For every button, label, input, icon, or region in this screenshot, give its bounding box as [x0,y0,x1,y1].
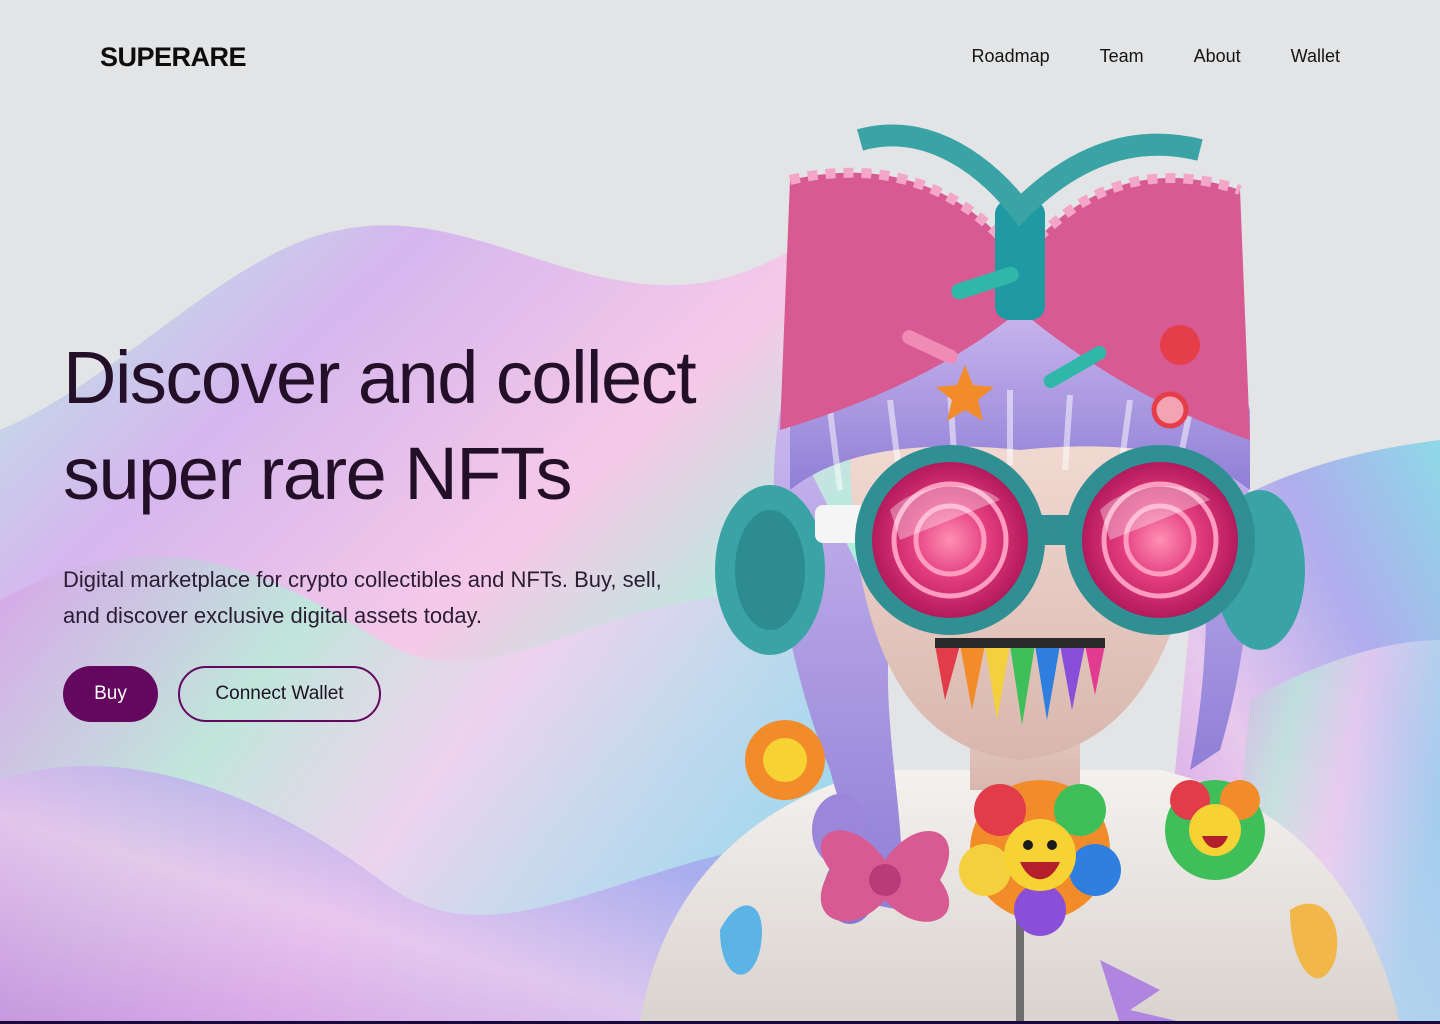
cta-row: Buy Connect Wallet [63,666,763,722]
connect-wallet-button[interactable]: Connect Wallet [178,666,381,722]
top-navigation: SUPERARE Roadmap Team About Wallet [0,0,1440,110]
nav-link-team[interactable]: Team [1100,46,1144,67]
nav-links: Roadmap Team About Wallet [972,46,1340,67]
nav-link-about[interactable]: About [1194,46,1241,67]
nav-link-roadmap[interactable]: Roadmap [972,46,1050,67]
hero-section: Discover and collect super rare NFTs Dig… [63,330,763,722]
hero-title-line1: Discover and collect [63,336,697,419]
hero-subtitle: Digital marketplace for crypto collectib… [63,567,662,628]
flower-ornament-right [1165,780,1265,880]
flower-ornament-left [745,720,825,800]
nav-link-wallet[interactable]: Wallet [1291,46,1340,67]
hero-title-line2: super rare NFTs [63,432,572,515]
buy-button[interactable]: Buy [63,666,158,722]
hero-title: Discover and collect super rare NFTs [63,330,763,522]
brand-logo[interactable]: SUPERARE [100,42,247,73]
